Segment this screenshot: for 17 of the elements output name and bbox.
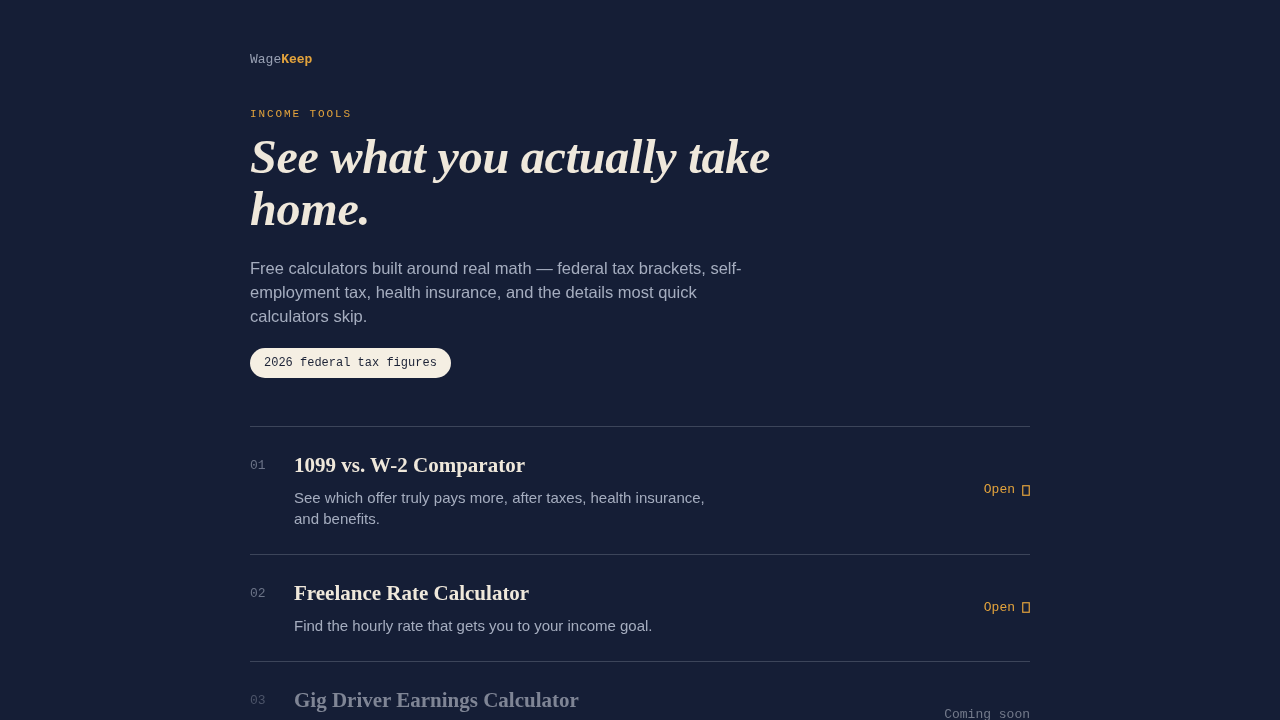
tool-number: 01 — [250, 458, 267, 474]
glyph-box-icon — [1022, 602, 1030, 613]
headline: See what you actually take home. — [250, 131, 772, 235]
tool-title: 1099 vs. W-2 Comparator — [294, 452, 525, 479]
tool-title: Gig Driver Earnings Calculator — [294, 687, 579, 714]
intro-paragraph: Free calculators built around real math — federal tax brackets, self-employment tax, health insurance, and the details most quick calculators skip. — [250, 258, 743, 327]
coming-soon-label: Coming soon — [944, 706, 1030, 720]
open-link[interactable]: Open — [983, 482, 1030, 498]
tool-number: 02 — [250, 586, 267, 602]
tool-description: See which offer truly pays more, after taxes, health insurance, and benefits. — [294, 488, 706, 529]
tax-year-tag: 2026 federal tax figures — [250, 348, 451, 378]
glyph-box-icon — [1022, 484, 1030, 496]
logo-text[interactable]: WageKeep — [250, 51, 313, 69]
tool-description: Find the hourly rate that gets you to your income goal. — [294, 616, 654, 636]
tool-title: Freelance Rate Calculator — [294, 580, 530, 607]
eyebrow-label: INCOME TOOLS — [250, 107, 352, 122]
open-link[interactable]: Open — [983, 599, 1030, 616]
